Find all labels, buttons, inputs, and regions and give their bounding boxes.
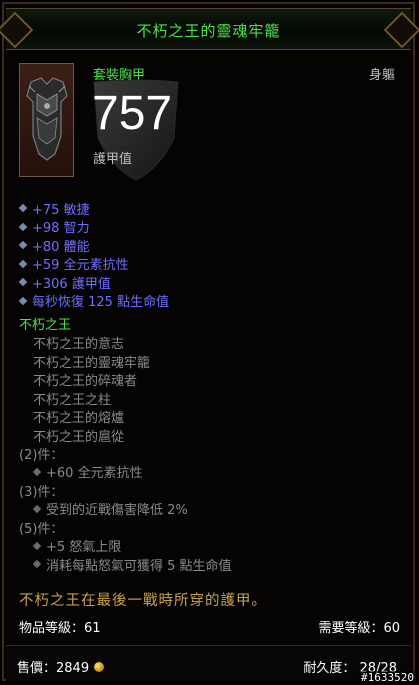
affix-text: 每秒恢復 125 點生命值 (32, 295, 170, 311)
affix-row: +306 護甲值 (18, 273, 399, 292)
affix-list: +75 敏捷 +98 智力 +80 體能 +59 全元素抗性 +306 護甲值 … (18, 199, 399, 311)
chest-armor-icon (26, 77, 68, 161)
sell-price-text: 售價：2849 (17, 661, 90, 676)
gold-coin-icon (94, 661, 105, 672)
set-bonus-text: 消耗每點怒氣可獲得 5 點生命值 (46, 558, 232, 574)
set-bonus-2-head: (2)件： (19, 448, 64, 463)
set-piece: 不朽之王的意志 (33, 337, 125, 352)
set-bonus-text: +5 怒氣上限 (46, 540, 122, 556)
set-bonus-row: +5 怒氣上限 (19, 537, 399, 556)
affix-row: +98 智力 (18, 218, 399, 237)
bullet-icon (18, 296, 28, 305)
affix-text: +59 全元素抗性 (32, 258, 129, 274)
set-piece: 不朽之王的碎魂者 (33, 374, 138, 389)
affix-text: +306 護甲值 (32, 276, 111, 292)
set-bonus-text: 受到的近戰傷害降低 2% (46, 503, 188, 519)
item-icon-box (19, 63, 74, 177)
affix-text: +80 體能 (32, 239, 90, 255)
affix-text: +98 智力 (32, 221, 90, 237)
bullet-icon (18, 278, 28, 287)
bullet-icon (32, 560, 42, 569)
set-bonus-3-head: (3)件： (19, 485, 64, 500)
sell-price: 售價：2849 (17, 657, 105, 676)
watermark: #1633520 (359, 671, 416, 684)
tooltip-footer: 售價：2849 耐久度： 28/28 (6, 645, 411, 682)
set-bonus-row: +60 全元素抗性 (19, 463, 399, 482)
set-bonus-row: 消耗每點怒氣可獲得 5 點生命值 (19, 555, 399, 574)
item-name: 不朽之王的靈魂牢籠 (136, 22, 281, 40)
set-block: 不朽之王 不朽之王的意志 不朽之王的靈魂牢籠 不朽之王的碎魂者 不朽之王之柱 不… (19, 314, 399, 574)
affix-row: +80 體能 (18, 236, 399, 255)
set-bonus-5-head: (5)件： (19, 522, 64, 537)
bullet-icon (18, 204, 28, 213)
affix-row: 每秒恢復 125 點生命值 (18, 292, 399, 311)
armor-value: 757 (92, 87, 173, 140)
armor-label: 護甲值 (93, 152, 133, 167)
bullet-icon (18, 259, 28, 268)
set-name: 不朽之王 (19, 318, 72, 333)
bullet-icon (18, 222, 28, 231)
affix-text: +75 敏捷 (32, 202, 90, 218)
set-piece: 不朽之王的熔爐 (33, 411, 125, 426)
item-level: 物品等級：61 (19, 621, 101, 636)
bullet-icon (32, 541, 42, 550)
set-piece: 不朽之王之柱 (33, 392, 112, 408)
bullet-icon (32, 467, 42, 476)
bullet-icon (18, 241, 28, 250)
flavor-text: 不朽之王在最後一戰時所穿的護甲。 (19, 593, 267, 609)
set-piece: 不朽之王的靈魂牢籠 (33, 355, 151, 371)
bullet-icon (32, 504, 42, 513)
required-level: 需要等級：60 (318, 621, 400, 636)
item-slot: 身軀 (368, 68, 395, 83)
set-bonus-text: +60 全元素抗性 (46, 466, 143, 482)
title-bar: 不朽之王的靈魂牢籠 (6, 8, 411, 50)
set-bonus-row: 受到的近戰傷害降低 2% (19, 500, 399, 519)
set-piece: 不朽之王的扈從 (33, 429, 125, 445)
affix-row: +75 敏捷 (18, 199, 399, 218)
affix-row: +59 全元素抗性 (18, 255, 399, 274)
